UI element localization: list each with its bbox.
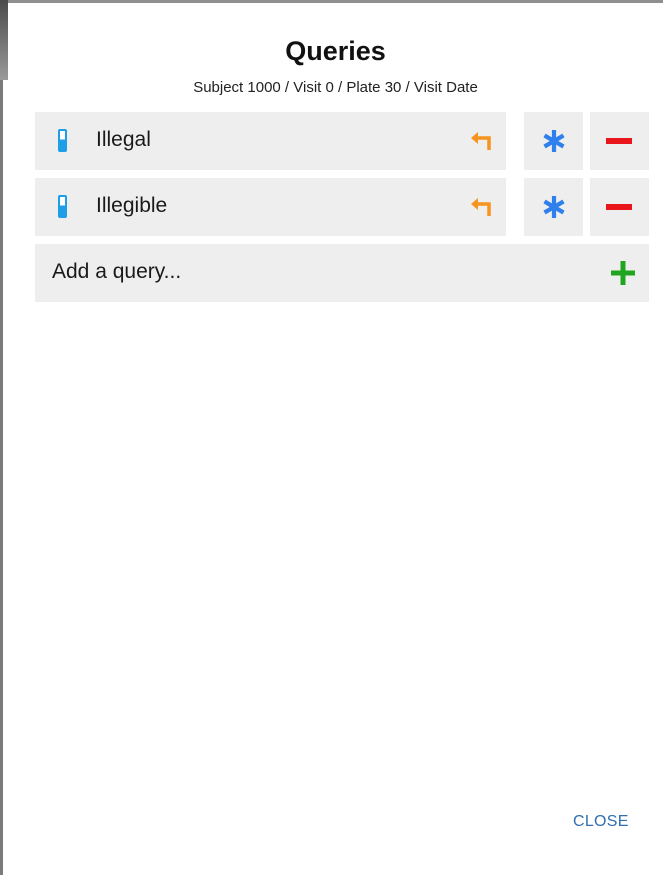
edit-query-button[interactable] <box>524 178 583 236</box>
battery-level-icon <box>58 195 67 218</box>
window-left-edge <box>0 0 3 875</box>
reply-arrow-icon[interactable] <box>469 129 493 153</box>
query-item[interactable]: Illegal <box>35 112 506 170</box>
window-frame: Queries Subject 1000 / Visit 0 / Plate 3… <box>0 0 663 875</box>
delete-query-button[interactable] <box>590 178 649 236</box>
asterisk-icon <box>543 196 565 218</box>
edit-query-button[interactable] <box>524 112 583 170</box>
dialog-subtitle: Subject 1000 / Visit 0 / Plate 30 / Visi… <box>193 79 478 96</box>
minus-icon <box>606 204 632 210</box>
query-item[interactable]: Illegible <box>35 178 506 236</box>
plus-icon[interactable] <box>611 261 635 285</box>
asterisk-icon <box>543 130 565 152</box>
queries-dialog: Queries Subject 1000 / Visit 0 / Plate 3… <box>8 3 663 875</box>
dialog-title: Queries <box>285 36 386 66</box>
reply-arrow-icon[interactable] <box>469 195 493 219</box>
query-row: Illegal <box>35 112 649 170</box>
query-label: Illegal <box>96 128 151 151</box>
window-corner-shadow <box>0 0 8 80</box>
add-query-field[interactable]: Add a query... <box>35 244 649 302</box>
delete-query-button[interactable] <box>590 112 649 170</box>
add-query-placeholder: Add a query... <box>52 260 182 283</box>
battery-level-icon <box>58 129 67 152</box>
close-button[interactable]: CLOSE <box>573 813 629 831</box>
minus-icon <box>606 138 632 144</box>
query-label: Illegible <box>96 194 168 217</box>
query-row: Illegible <box>35 178 649 236</box>
